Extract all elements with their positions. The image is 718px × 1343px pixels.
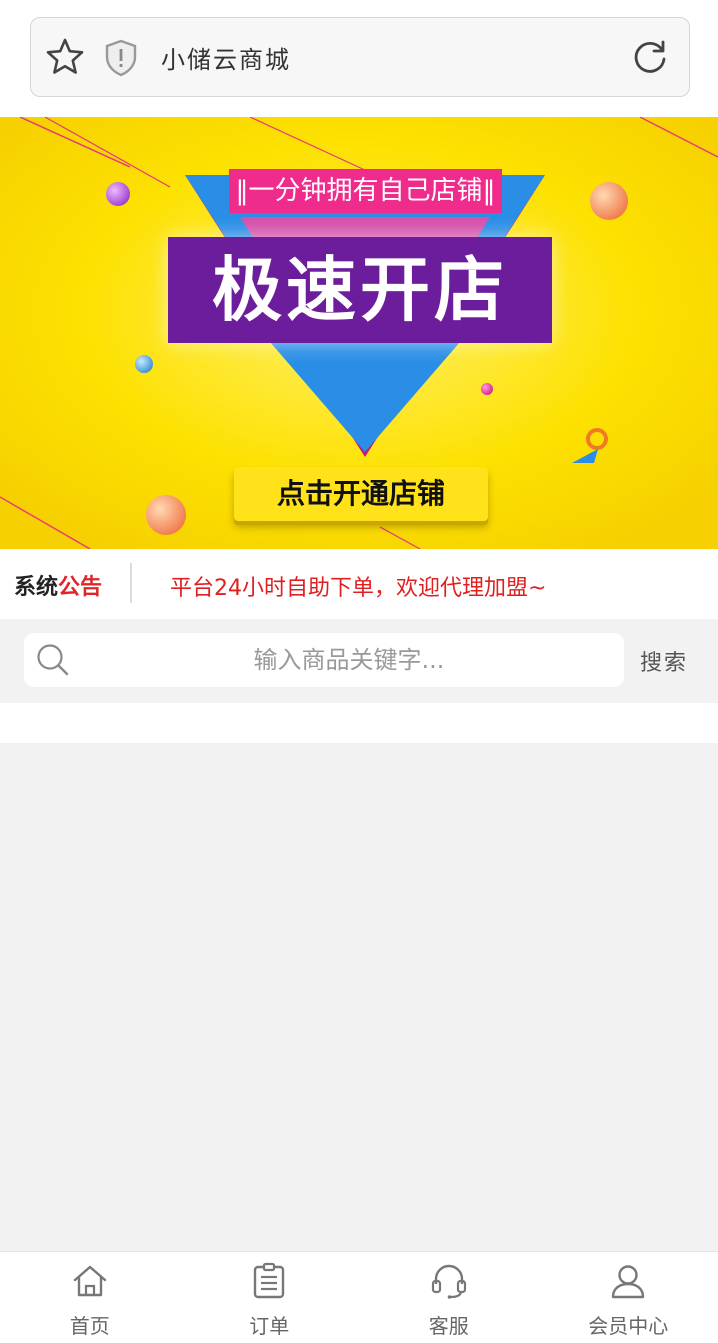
tab-label: 会员中心 — [588, 1314, 669, 1338]
page-title: 小储云商城 — [161, 46, 291, 74]
headset-icon — [431, 1264, 466, 1299]
star-icon[interactable] — [45, 37, 85, 77]
home-icon — [73, 1265, 106, 1297]
page: 小储云商城 ‖一分钟拥有自己店铺‖ 极速开店 点击开通店铺 系统公告 平台24小… — [0, 0, 718, 1343]
search-bar: 搜索 — [0, 619, 718, 703]
tab-label: 客服 — [428, 1314, 469, 1338]
open-store-button[interactable]: 点击开通店铺 — [234, 467, 488, 521]
notice-divider — [130, 563, 132, 603]
notice-label-part2: 公告 — [58, 575, 103, 600]
promo-banner[interactable]: ‖一分钟拥有自己店铺‖ 极速开店 点击开通店铺 — [0, 117, 718, 549]
bottom-tab-bar: 首页 订单 客服 会员中心 — [0, 1251, 718, 1343]
search-button[interactable]: 搜索 — [640, 645, 688, 677]
address-bar[interactable]: 小储云商城 — [30, 17, 690, 97]
tab-member-center[interactable]: 会员中心 — [539, 1252, 718, 1343]
tab-home[interactable]: 首页 — [0, 1252, 180, 1343]
order-icon — [254, 1262, 285, 1299]
user-icon — [612, 1265, 645, 1299]
tab-label: 订单 — [249, 1314, 290, 1338]
search-box[interactable] — [24, 633, 624, 687]
notice-bar: 系统公告 平台24小时自助下单，欢迎代理加盟~ — [0, 549, 718, 619]
tab-customer-service[interactable]: 客服 — [359, 1252, 539, 1343]
content-area — [0, 743, 718, 1251]
banner-tagline: ‖一分钟拥有自己店铺‖ — [229, 169, 502, 213]
notice-label-part1: 系统 — [14, 575, 59, 600]
search-input[interactable] — [84, 633, 614, 687]
section-spacer — [0, 703, 718, 743]
banner-headline: 极速开店 — [168, 237, 552, 343]
notice-label: 系统公告 — [14, 569, 102, 601]
tab-label: 首页 — [69, 1314, 110, 1338]
tab-orders[interactable]: 订单 — [180, 1252, 360, 1343]
search-icon — [37, 644, 69, 676]
shield-icon[interactable] — [103, 39, 139, 77]
reload-icon[interactable] — [631, 38, 669, 76]
browser-toolbar: 小储云商城 — [0, 0, 718, 117]
notice-text[interactable]: 平台24小时自助下单，欢迎代理加盟~ — [170, 570, 546, 602]
